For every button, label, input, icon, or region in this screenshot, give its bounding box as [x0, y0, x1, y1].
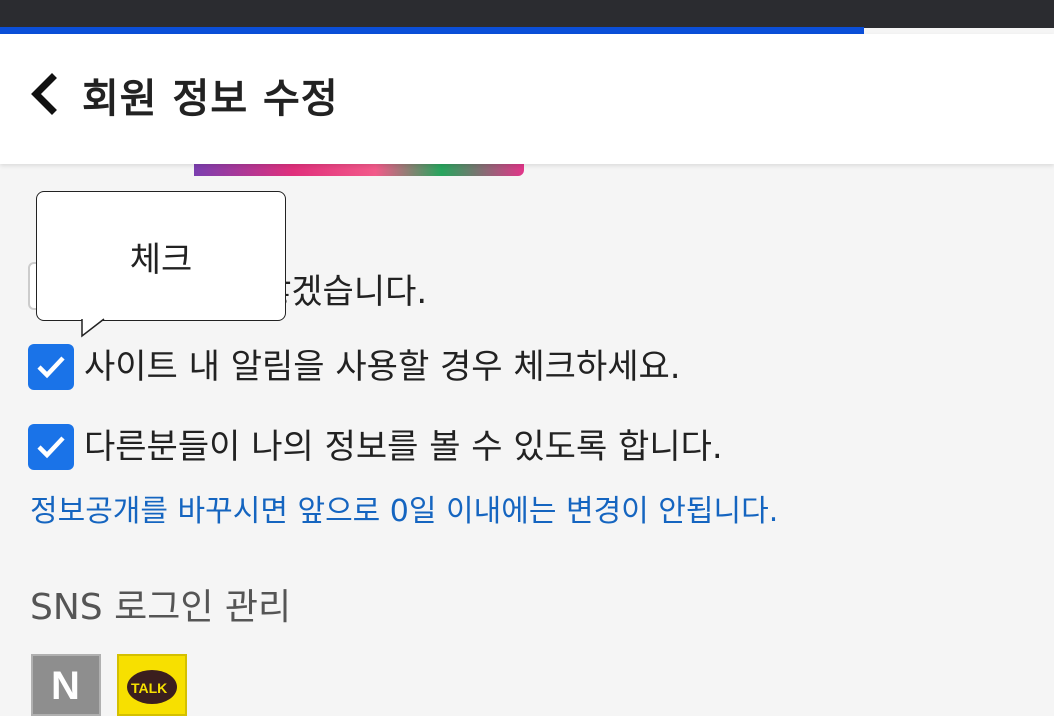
tooltip: 체크 [36, 191, 286, 321]
kakao-login-button[interactable]: TALK [117, 654, 187, 716]
profile-banner-image [194, 164, 524, 176]
naver-login-button[interactable]: N [31, 654, 101, 716]
naver-logo-icon: N [51, 664, 80, 708]
page-title: 회원 정보 수정 [82, 76, 339, 122]
sns-section-title: SNS 로그인 관리 [30, 587, 292, 628]
site-notifications-checkbox[interactable] [28, 344, 74, 390]
checkmark-icon [37, 356, 65, 379]
public-profile-checkbox[interactable] [28, 424, 74, 470]
checkmark-icon [37, 436, 65, 459]
status-bar [0, 0, 1054, 28]
back-button[interactable] [26, 72, 62, 116]
tooltip-text: 체크 [129, 240, 193, 280]
tooltip-pointer [81, 318, 105, 338]
public-profile-note: 정보공개를 바꾸시면 앞으로 0일 이내에는 변경이 안됩니다. [30, 494, 779, 529]
chevron-left-icon [31, 73, 57, 115]
page-load-progress-bar [0, 27, 864, 34]
app-header: 회원 정보 수정 [0, 34, 1054, 164]
public-profile-label: 다른분들이 나의 정보를 볼 수 있도록 합니다. [84, 427, 723, 467]
kakao-logo-text: TALK [131, 680, 168, 696]
site-notifications-label: 사이트 내 알림을 사용할 경우 체크하세요. [84, 347, 681, 387]
